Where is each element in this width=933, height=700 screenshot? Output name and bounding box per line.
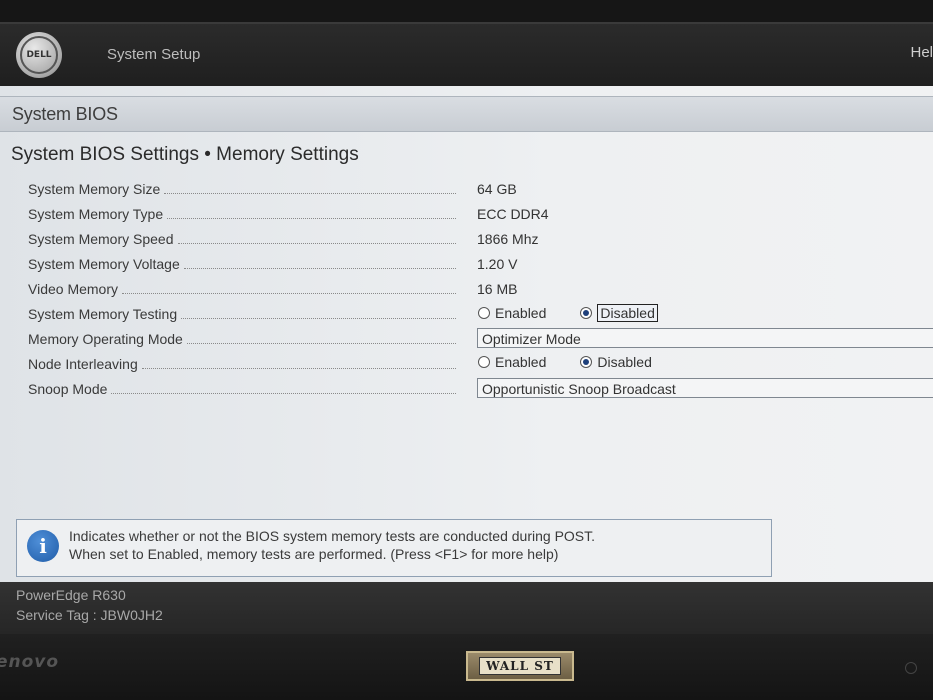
- leader-dots: [177, 233, 456, 244]
- setting-label: Node Interleaving: [28, 356, 138, 372]
- system-model: PowerEdge R630: [16, 587, 126, 603]
- service-tag: Service Tag : JBW0JH2: [16, 607, 163, 623]
- setup-header: DELL System Setup Hel: [0, 22, 933, 86]
- monitor-brand-logo: enovo: [0, 652, 60, 672]
- node-interleaving-disabled-option[interactable]: Disabled: [580, 354, 652, 370]
- setting-row-node-interleaving: Node Interleaving Enabled Disabled: [0, 353, 933, 378]
- power-icon: [905, 662, 917, 674]
- setting-label: System Memory Size: [28, 181, 161, 197]
- leader-dots: [167, 208, 456, 219]
- node-interleaving-radio-group: Enabled Disabled: [478, 354, 686, 370]
- setting-label: System Memory Voltage: [28, 256, 180, 272]
- radio-label-disabled: Disabled: [597, 354, 652, 370]
- status-footer: PowerEdge R630 Service Tag : JBW0JH2: [0, 582, 933, 634]
- leader-dots: [164, 183, 456, 194]
- memory-testing-radio-group: Enabled Disabled: [478, 304, 692, 322]
- setting-row-video-memory: Video Memory 16 MB: [0, 278, 933, 303]
- setting-label: System Memory Type: [28, 206, 164, 222]
- setting-row-memory-voltage: System Memory Voltage 1.20 V: [0, 253, 933, 278]
- setting-label: Memory Operating Mode: [28, 331, 183, 347]
- help-line-1: Indicates whether or not the BIOS system…: [69, 528, 596, 544]
- main-pane: System BIOS System BIOS Settings • Memor…: [0, 86, 933, 586]
- setting-label: Snoop Mode: [28, 381, 108, 397]
- page-title: System BIOS Settings • Memory Settings: [11, 144, 359, 165]
- dell-logo-text: DELL: [20, 36, 58, 74]
- setting-row-memory-type: System Memory Type ECC DDR4: [0, 203, 933, 228]
- help-panel: i Indicates whether or not the BIOS syst…: [16, 519, 772, 577]
- monitor-bezel-bottom: enovo WALL ST: [0, 634, 933, 700]
- leader-dots: [186, 333, 456, 344]
- memory-testing-enabled-option[interactable]: Enabled: [478, 305, 546, 321]
- section-title: System BIOS: [12, 104, 118, 124]
- dell-logo: DELL: [16, 32, 62, 78]
- section-bar: System BIOS: [0, 96, 933, 132]
- setting-row-memory-speed: System Memory Speed 1866 Mhz: [0, 228, 933, 253]
- radio-button-disabled[interactable]: [580, 356, 593, 368]
- setting-value: 1866 Mhz: [477, 231, 539, 247]
- radio-button-enabled[interactable]: [478, 307, 490, 319]
- node-interleaving-enabled-option[interactable]: Enabled: [478, 354, 546, 370]
- radio-button-enabled[interactable]: [478, 356, 490, 368]
- leader-dots: [111, 383, 456, 394]
- setting-row-memory-size: System Memory Size 64 GB: [0, 178, 933, 203]
- setting-value: ECC DDR4: [477, 206, 549, 222]
- info-icon: i: [27, 530, 59, 562]
- setting-label: Video Memory: [28, 281, 119, 297]
- help-link[interactable]: Hel: [910, 44, 933, 61]
- setting-row-operating-mode: Memory Operating Mode Optimizer Mode: [0, 328, 933, 353]
- monitor-sticker: WALL ST: [466, 651, 574, 681]
- radio-button-disabled[interactable]: [580, 307, 593, 319]
- settings-list: System Memory Size 64 GB System Memory T…: [0, 178, 933, 403]
- setting-value: 64 GB: [477, 181, 517, 197]
- setting-row-memory-testing: System Memory Testing Enabled Disabled: [0, 303, 933, 328]
- leader-dots: [181, 308, 456, 319]
- setting-value: 16 MB: [477, 281, 518, 297]
- radio-label-enabled: Enabled: [495, 354, 547, 370]
- leader-dots: [122, 283, 456, 294]
- help-line-2: When set to Enabled, memory tests are pe…: [69, 546, 559, 562]
- app-title: System Setup: [107, 46, 201, 63]
- snoop-mode-select[interactable]: Opportunistic Snoop Broadcast: [477, 378, 933, 398]
- setting-value: 1.20 V: [477, 256, 518, 272]
- radio-label-disabled: Disabled: [597, 304, 658, 322]
- memory-operating-mode-select[interactable]: Optimizer Mode: [477, 328, 933, 348]
- help-text: Indicates whether or not the BIOS system…: [69, 527, 595, 563]
- leader-dots: [183, 258, 456, 269]
- setting-label: System Memory Speed: [28, 231, 174, 247]
- radio-label-enabled: Enabled: [495, 305, 547, 321]
- monitor-sticker-text: WALL ST: [479, 657, 561, 675]
- monitor-bezel-top: [0, 0, 933, 22]
- memory-testing-disabled-option[interactable]: Disabled: [580, 304, 658, 322]
- setting-label: System Memory Testing: [28, 306, 178, 322]
- setting-row-snoop-mode: Snoop Mode Opportunistic Snoop Broadcast: [0, 378, 933, 403]
- leader-dots: [141, 358, 456, 369]
